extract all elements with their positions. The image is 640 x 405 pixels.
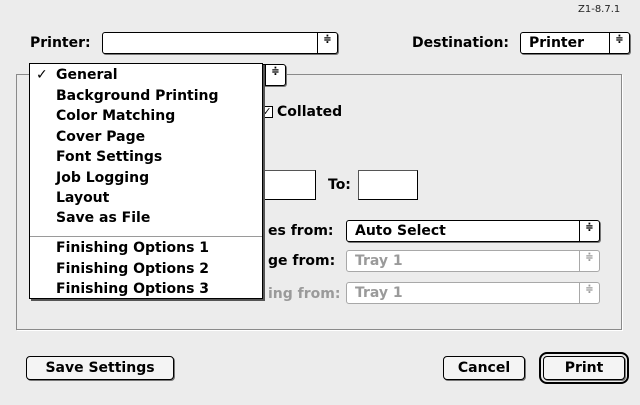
third-source-label: ing from: xyxy=(268,286,341,302)
printer-popup[interactable]: ≑ xyxy=(102,32,338,54)
first-page-source-value: Auto Select xyxy=(355,223,446,239)
menu-item-job-logging[interactable]: Job Logging xyxy=(56,170,149,186)
menu-separator xyxy=(30,236,262,237)
third-source-popup: Tray 1 ≑ xyxy=(346,282,600,304)
save-settings-button[interactable]: Save Settings xyxy=(26,356,174,380)
collated-label: Collated xyxy=(277,104,343,120)
menu-item-general[interactable]: General xyxy=(56,67,118,83)
panel-menu: ✓ General Background Printing Color Matc… xyxy=(29,63,263,299)
pages-to-field[interactable] xyxy=(358,170,418,200)
popup-arrows-icon: ≑ xyxy=(579,221,599,241)
remaining-source-popup: Tray 1 ≑ xyxy=(346,250,600,272)
pages-from-field[interactable] xyxy=(258,170,316,200)
popup-arrows-icon: ≑ xyxy=(609,33,629,53)
menu-item-finishing-options-2[interactable]: Finishing Options 2 xyxy=(56,261,209,277)
checkmark-icon: ✓ xyxy=(36,67,48,83)
cancel-label: Cancel xyxy=(457,360,511,376)
first-page-source-popup[interactable]: Auto Select ≑ xyxy=(346,220,600,242)
destination-popup[interactable]: Printer ≑ xyxy=(520,32,630,54)
destination-label: Destination: xyxy=(412,35,510,51)
menu-item-finishing-options-1[interactable]: Finishing Options 1 xyxy=(56,240,209,256)
pages-to-label: To: xyxy=(328,177,351,193)
checkmark-icon: ✓ xyxy=(262,105,272,118)
menu-item-font-settings[interactable]: Font Settings xyxy=(56,149,162,165)
menu-item-color-matching[interactable]: Color Matching xyxy=(56,108,175,124)
popup-arrows-icon: ≑ xyxy=(317,33,337,53)
menu-item-background-printing[interactable]: Background Printing xyxy=(56,88,219,104)
version-label: Z1-8.7.1 xyxy=(578,4,621,15)
first-page-source-label: es from: xyxy=(268,223,334,239)
print-button[interactable]: Print xyxy=(539,352,629,384)
menu-item-layout[interactable]: Layout xyxy=(56,190,109,206)
printer-label: Printer: xyxy=(30,35,91,51)
popup-arrows-icon: ≑ xyxy=(579,251,599,271)
remaining-source-label: ge from: xyxy=(268,253,336,269)
popup-arrows-icon: ≑ xyxy=(265,65,285,85)
save-settings-label: Save Settings xyxy=(45,360,155,376)
cancel-button[interactable]: Cancel xyxy=(443,356,525,380)
remaining-source-value: Tray 1 xyxy=(355,253,403,269)
print-label: Print xyxy=(564,360,604,376)
third-source-value: Tray 1 xyxy=(355,285,403,301)
menu-item-cover-page[interactable]: Cover Page xyxy=(56,129,145,145)
menu-item-save-as-file[interactable]: Save as File xyxy=(56,210,150,226)
menu-item-finishing-options-3[interactable]: Finishing Options 3 xyxy=(56,281,209,297)
popup-arrows-icon: ≑ xyxy=(579,283,599,303)
destination-popup-value: Printer xyxy=(529,35,585,51)
